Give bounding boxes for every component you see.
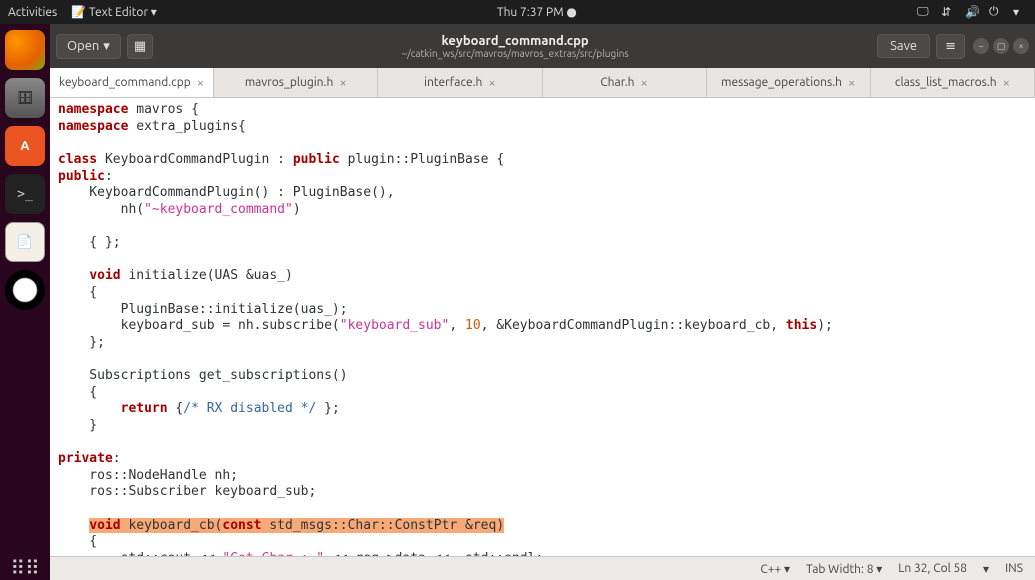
- tab-keyboard-command[interactable]: keyboard_command.cpp ×: [50, 68, 214, 97]
- hamburger-menu[interactable]: ≡: [936, 34, 965, 59]
- tab-mavros-plugin[interactable]: mavros_plugin.h ×: [214, 68, 378, 97]
- save-button[interactable]: Save: [877, 34, 930, 58]
- tab-bar: keyboard_command.cpp × mavros_plugin.h ×…: [50, 68, 1035, 98]
- gedit-icon: 📝: [71, 6, 86, 19]
- activities-button[interactable]: Activities: [8, 6, 57, 19]
- window-subtitle: ~/catkin_ws/src/mavros/mavros_extras/src…: [153, 48, 877, 59]
- insert-mode[interactable]: INS: [1005, 562, 1023, 575]
- dock-files[interactable]: 🗄: [5, 78, 45, 118]
- close-icon[interactable]: ×: [1003, 76, 1010, 90]
- language-selector[interactable]: C++ ▾: [760, 562, 790, 576]
- dock-app[interactable]: [5, 270, 45, 310]
- volume-icon[interactable]: 🔊: [965, 5, 979, 19]
- gedit-window: Open ▾ ▦ keyboard_command.cpp ~/catkin_w…: [50, 24, 1035, 580]
- close-icon[interactable]: ×: [339, 76, 346, 90]
- chevron-down-icon[interactable]: ▾: [1013, 5, 1027, 19]
- window-minimize[interactable]: –: [973, 38, 989, 54]
- title-block: keyboard_command.cpp ~/catkin_ws/src/mav…: [153, 34, 877, 59]
- headerbar: Open ▾ ▦ keyboard_command.cpp ~/catkin_w…: [50, 24, 1035, 68]
- code-view[interactable]: namespace mavros { namespace extra_plugi…: [50, 98, 1035, 556]
- window-close[interactable]: ×: [1013, 38, 1029, 54]
- clock[interactable]: Thu 7:37 PM ●: [157, 5, 917, 19]
- cursor-position: Ln 32, Col 58: [898, 562, 967, 575]
- close-icon[interactable]: ×: [641, 76, 648, 90]
- window-maximize[interactable]: ▢: [993, 38, 1009, 54]
- chevron-down-icon: ▾: [103, 39, 110, 54]
- tab-interface[interactable]: interface.h ×: [378, 68, 542, 97]
- window-title: keyboard_command.cpp: [153, 34, 877, 48]
- gnome-topbar: Activities 📝 Text Editor ▾ Thu 7:37 PM ●…: [0, 0, 1035, 24]
- status-bar: C++ ▾ Tab Width: 8 ▾ Ln 32, Col 58 ▾ INS: [50, 556, 1035, 580]
- open-button[interactable]: Open ▾: [56, 34, 121, 59]
- close-icon[interactable]: ×: [197, 76, 204, 90]
- dock-firefox[interactable]: [5, 30, 45, 70]
- chevron-down-icon[interactable]: ▾: [983, 562, 989, 576]
- tab-char[interactable]: Char.h ×: [543, 68, 707, 97]
- new-document-button[interactable]: ▦: [127, 34, 153, 59]
- dock-text-editor[interactable]: 📄: [5, 222, 45, 262]
- close-icon[interactable]: ×: [848, 76, 855, 90]
- dock-terminal[interactable]: >_: [5, 174, 45, 214]
- tab-width-selector[interactable]: Tab Width: 8 ▾: [806, 562, 882, 576]
- tab-message-operations[interactable]: message_operations.h ×: [707, 68, 871, 97]
- dock-software[interactable]: A: [5, 126, 45, 166]
- show-applications[interactable]: ⠿⠿: [10, 556, 39, 580]
- power-icon[interactable]: ⏻: [989, 5, 1003, 19]
- ubuntu-dock: 🗄 A >_ 📄 ⠿⠿: [0, 24, 50, 580]
- tab-class-list-macros[interactable]: class_list_macros.h ×: [871, 68, 1035, 97]
- close-icon[interactable]: ×: [488, 76, 495, 90]
- app-menu[interactable]: 📝 Text Editor ▾: [71, 5, 157, 19]
- new-tab-icon: ▦: [134, 39, 146, 53]
- screen-icon[interactable]: 🖵: [917, 5, 931, 19]
- network-icon[interactable]: ⇵: [941, 5, 955, 19]
